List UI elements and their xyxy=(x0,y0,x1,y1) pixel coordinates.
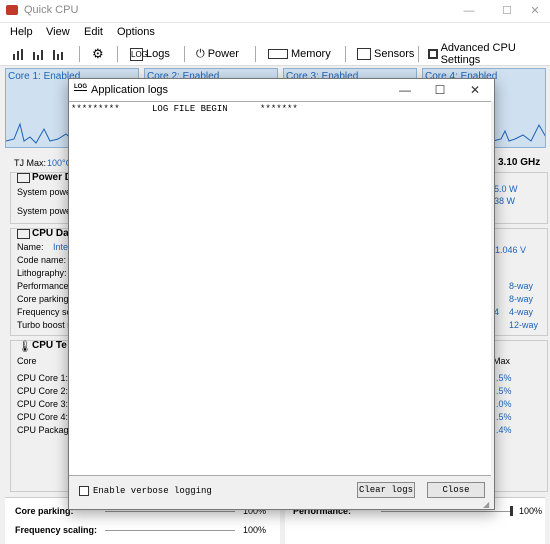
dialog-title: Application logs xyxy=(91,84,169,96)
cpu-temp-row-label: CPU Package xyxy=(17,425,74,435)
cpu-frequency: 3.10 GHz xyxy=(498,157,541,168)
minimize-button[interactable]: — xyxy=(454,2,484,20)
cpu-data-row-label: Frequency sc xyxy=(17,307,72,317)
cpu-data-row-value: 8-way xyxy=(509,281,534,291)
cpu-data-row-value: 4-way xyxy=(509,307,534,317)
cpu-name-label: Name: xyxy=(17,242,44,252)
cpu-data-row-label: Lithography: xyxy=(17,268,67,278)
gear-icon[interactable]: ⚙ xyxy=(92,45,104,63)
toolbar-separator xyxy=(79,46,80,62)
dialog-close-button[interactable]: ✕ xyxy=(458,81,492,99)
resize-grip-icon[interactable]: ◢ xyxy=(483,500,489,509)
log-file-icon: LOG xyxy=(130,47,148,61)
power-button-label: Power xyxy=(207,48,239,60)
toolbar: ⚙ LOG Logs ⏻ Power Memory Sensors Advanc… xyxy=(0,42,550,66)
advanced-cpu-settings-label: Advanced CPU Settings xyxy=(440,42,516,66)
cpu-temp-row-max: .4% xyxy=(496,425,512,435)
toolbar-separator xyxy=(345,46,346,62)
menu-bar: Help View Edit Options xyxy=(0,23,550,43)
performance-slider-thumb[interactable] xyxy=(510,506,513,516)
cpu-name-value: Inte xyxy=(53,242,69,252)
bar-chart-2-icon[interactable] xyxy=(32,45,45,63)
cpu-data-row-label: Core parking i xyxy=(17,294,74,304)
power-row-value: 38 W xyxy=(494,196,516,206)
close-button[interactable]: ✕ xyxy=(520,2,550,20)
cpu-temp-row-max: .5% xyxy=(496,386,512,396)
toolbar-separator xyxy=(418,46,419,62)
dialog-minimize-button[interactable]: — xyxy=(388,81,422,99)
dialog-maximize-button[interactable]: ☐ xyxy=(423,81,457,99)
memory-icon xyxy=(268,49,288,59)
sensors-button[interactable]: Sensors xyxy=(357,45,414,63)
power-row-label: System power xyxy=(17,206,75,216)
cpu-data-row-label: Performance c xyxy=(17,281,76,291)
maximize-button[interactable]: ☐ xyxy=(492,2,522,20)
power-row-label: System power xyxy=(17,187,75,197)
cpu-temp-row-label: CPU Core 1: xyxy=(17,373,69,383)
cpu-temp-header: Core xyxy=(17,356,37,366)
window-title: Quick CPU xyxy=(24,4,79,16)
cpu-voltage: 1.046 V xyxy=(495,245,527,255)
performance-value: 100% xyxy=(519,506,543,516)
main-titlebar: Quick CPU — ☐ ✕ xyxy=(0,0,550,23)
clear-logs-button[interactable]: Clear logs xyxy=(357,482,415,498)
cpu-temp-row-label: CPU Core 3: xyxy=(17,399,69,409)
power-icon: ⏻ xyxy=(196,47,205,60)
core-parking-slider[interactable] xyxy=(105,511,235,512)
log-text-area[interactable]: ********* LOG FILE BEGIN ******* xyxy=(69,101,491,476)
core-parking-label: Core parking: xyxy=(15,506,74,516)
toolbar-separator xyxy=(184,46,185,62)
cpu-temp-row-max: .5% xyxy=(496,373,512,383)
cpu-data-row-value: 12-way xyxy=(509,320,539,330)
cpu-temp-title: CPU Te xyxy=(32,340,67,351)
logs-button[interactable]: LOG Logs xyxy=(130,45,170,63)
frequency-scaling-value: 100% xyxy=(243,525,267,535)
cpu-temp-row-max: .0% xyxy=(496,399,512,409)
frequency-scaling-slider[interactable] xyxy=(105,530,235,531)
cpu-temp-max-header: Max xyxy=(493,356,511,366)
bar-chart-icon[interactable] xyxy=(12,45,25,63)
memory-button-label: Memory xyxy=(291,48,331,60)
verbose-logging-label: Enable verbose logging xyxy=(93,486,212,496)
log-icon: LOG xyxy=(74,84,87,91)
thermometer-icon: 🌡 xyxy=(18,341,32,353)
performance-slider[interactable] xyxy=(381,511,511,512)
tj-max-label: TJ Max: xyxy=(14,158,47,168)
menu-edit[interactable]: Edit xyxy=(84,26,103,38)
monitor-icon xyxy=(17,229,30,239)
battery-icon xyxy=(17,173,30,183)
cpu-data-row-label: Code name: xyxy=(17,255,67,265)
dialog-titlebar: LOG Application logs — ☐ ✕ xyxy=(69,79,494,101)
cpu-chip-icon xyxy=(428,49,438,59)
cpu-data-row-value: 8-way xyxy=(509,294,534,304)
power-row-value: 5.0 W xyxy=(494,184,518,194)
cpu-data-title: CPU Da xyxy=(32,228,69,239)
logs-button-label: Logs xyxy=(146,48,170,60)
verbose-logging-checkbox[interactable] xyxy=(79,486,89,496)
cpu-data-row-label: Turbo boost in xyxy=(17,320,75,330)
sensors-icon xyxy=(357,48,371,60)
menu-view[interactable]: View xyxy=(46,26,70,38)
advanced-cpu-settings-button[interactable]: Advanced CPU Settings xyxy=(428,42,550,66)
application-logs-dialog: LOG Application logs — ☐ ✕ ********* LOG… xyxy=(68,78,495,510)
menu-options[interactable]: Options xyxy=(117,26,155,38)
memory-button[interactable]: Memory xyxy=(268,45,331,63)
power-section-title: Power D xyxy=(32,172,73,183)
cpu-temp-row-label: CPU Core 2: xyxy=(17,386,69,396)
dialog-close-action-button[interactable]: Close xyxy=(427,482,485,498)
cpu-temp-row-max: .5% xyxy=(496,412,512,422)
power-button[interactable]: ⏻ Power xyxy=(196,45,239,63)
frequency-scaling-label: Frequency scaling: xyxy=(15,525,98,535)
toolbar-separator xyxy=(117,46,118,62)
cpu-temp-row-label: CPU Core 4: xyxy=(17,412,69,422)
toolbar-separator xyxy=(255,46,256,62)
sensors-button-label: Sensors xyxy=(374,48,415,60)
bar-chart-3-icon[interactable] xyxy=(52,45,65,63)
app-icon xyxy=(6,5,18,15)
menu-help[interactable]: Help xyxy=(10,26,33,38)
